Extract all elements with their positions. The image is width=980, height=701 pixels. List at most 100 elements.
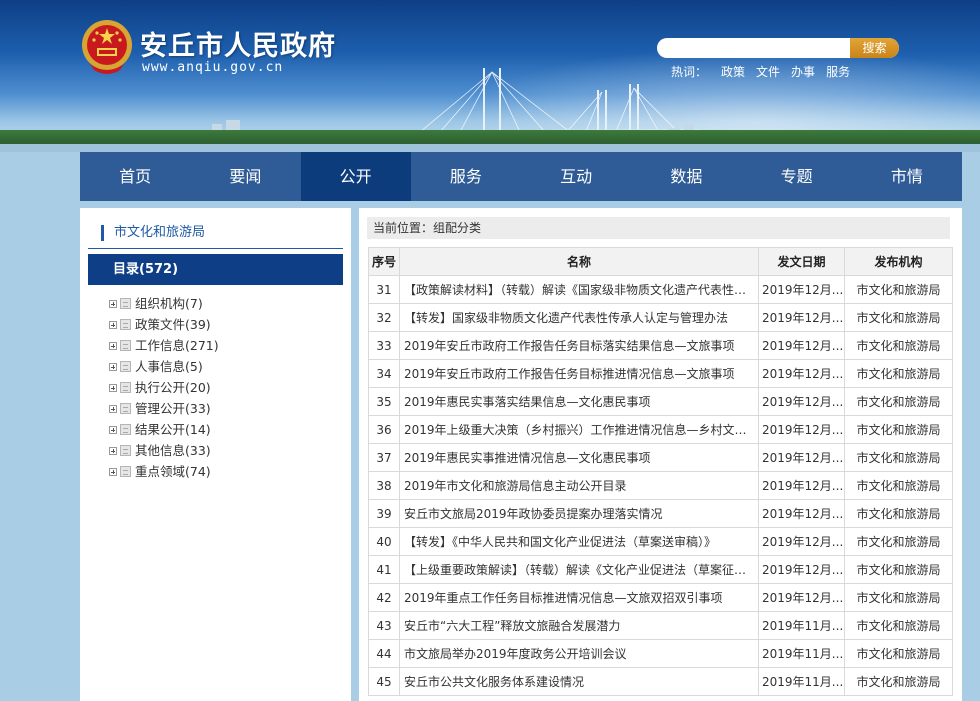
row-title-link[interactable]: 2019年惠民实事落实结果信息—文化惠民事项 [399,387,759,416]
table-row[interactable]: 41【上级重要政策解读】（转载）解读《文化产业促进法（草案征求意见稿）》2019… [368,555,953,584]
row-date: 2019年12月... [758,387,845,416]
hot-word-link[interactable]: 文件 [756,63,780,80]
tree-item-label[interactable]: 执行公开(20) [135,377,211,398]
row-title-link[interactable]: 2019年重点工作任务目标推进情况信息—文旅双招双引事项 [399,583,759,612]
directory-header[interactable]: 目录(572) [88,254,343,285]
nav-item-home[interactable]: 首页 [80,152,190,201]
tree-expand-icon[interactable] [109,299,117,308]
tree-item[interactable]: 重点领域(74) [109,461,219,482]
row-title-link[interactable]: 安丘市公共文化服务体系建设情况 [399,667,759,696]
sidebar-title[interactable]: 市文化和旅游局 [101,225,205,241]
row-number: 38 [368,471,400,500]
row-title-link[interactable]: 【政策解读材料】（转载）解读《国家级非物质文化遗产代表性传承人认定与管理办法》 [399,275,759,304]
tree-item[interactable]: 人事信息(5) [109,356,219,377]
row-number: 40 [368,527,400,556]
tree-expand-icon[interactable] [109,446,117,455]
table-row[interactable]: 34 2019年安丘市政府工作报告任务目标推进情况信息—文旅事项 2019年12月.… [368,359,953,388]
nav-item-interaction[interactable]: 互动 [521,152,631,201]
tree-item[interactable]: 工作信息(271) [109,335,219,356]
row-title-link[interactable]: 【上级重要政策解读】（转载）解读《文化产业促进法（草案征求意见稿）》 [399,555,759,584]
row-title-link[interactable]: 市文旅局举办2019年度政务公开培训会议 [399,639,759,668]
tree-expand-icon[interactable] [109,467,117,476]
row-date: 2019年11月... [758,639,845,668]
row-date: 2019年12月... [758,331,845,360]
hot-word-link[interactable]: 政策 [721,63,745,80]
row-org: 市文化和旅游局 [844,443,953,472]
table-row[interactable]: 33 2019年安丘市政府工作报告任务目标落实结果信息—文旅事项 2019年12月.… [368,331,953,360]
search-input[interactable] [668,40,848,56]
table-row[interactable]: 44 市文旅局举办2019年度政务公开培训会议 2019年11月... 市文化和旅游局 [368,639,953,668]
row-title-link[interactable]: 2019年惠民实事推进情况信息—文化惠民事项 [399,443,759,472]
tree-folder-icon [120,403,131,414]
nav-item-topics[interactable]: 专题 [742,152,852,201]
row-number: 35 [368,387,400,416]
tree-expand-icon[interactable] [109,320,117,329]
row-org: 市文化和旅游局 [844,499,953,528]
table-row[interactable]: 32 【转发】国家级非物质文化遗产代表性传承人认定与管理办法 2019年12月...… [368,303,953,332]
tree-item[interactable]: 其他信息(33) [109,440,219,461]
row-title-link[interactable]: 安丘市文旅局2019年政协委员提案办理落实情况 [399,499,759,528]
nav-item-services[interactable]: 服务 [411,152,521,201]
tree-expand-icon[interactable] [109,404,117,413]
tree-item-label[interactable]: 管理公开(33) [135,398,211,419]
table-row[interactable]: 40 【转发】《中华人民共和国文化产业促进法（草案送审稿）》 2019年12月...… [368,527,953,556]
table-row[interactable]: 42 2019年重点工作任务目标推进情况信息—文旅双招双引事项 2019年12月..… [368,583,953,612]
row-date: 2019年12月... [758,527,845,556]
row-title-link[interactable]: 2019年上级重大决策（乡村振兴）工作推进情况信息—乡村文化振兴事项 [399,415,759,444]
tree-expand-icon[interactable] [109,341,117,350]
row-title-link[interactable]: 2019年市文化和旅游局信息主动公开目录 [399,471,759,500]
nav-item-news[interactable]: 要闻 [190,152,300,201]
tree-item-label[interactable]: 结果公开(14) [135,419,211,440]
row-title-link[interactable]: 【转发】《中华人民共和国文化产业促进法（草案送审稿）》 [399,527,759,556]
tree-item[interactable]: 管理公开(33) [109,398,219,419]
table-row[interactable]: 36 2019年上级重大决策（乡村振兴）工作推进情况信息—乡村文化振兴事项 2019… [368,415,953,444]
tree-folder-icon [120,319,131,330]
tree-folder-icon [120,361,131,372]
tree-expand-icon[interactable] [109,362,117,371]
tree-item-label[interactable]: 组织机构(7) [135,293,203,314]
breadcrumb: 当前位置：组配分类 [367,217,950,239]
row-title-link[interactable]: 2019年安丘市政府工作报告任务目标落实结果信息—文旅事项 [399,331,759,360]
column-header-date: 发文日期 [758,247,845,276]
table-row[interactable]: 37 2019年惠民实事推进情况信息—文化惠民事项 2019年12月... 市文化和旅… [368,443,953,472]
row-org: 市文化和旅游局 [844,471,953,500]
nav-item-data[interactable]: 数据 [631,152,741,201]
tree-item[interactable]: 政策文件(39) [109,314,219,335]
table-row[interactable]: 39 安丘市文旅局2019年政协委员提案办理落实情况 2019年12月... 市文化和… [368,499,953,528]
row-date: 2019年12月... [758,443,845,472]
row-number: 43 [368,611,400,640]
table-row[interactable]: 31【政策解读材料】（转载）解读《国家级非物质文化遗产代表性传承人认定与管理办法… [368,275,953,304]
tree-item-label[interactable]: 工作信息(271) [135,335,219,356]
row-org: 市文化和旅游局 [844,611,953,640]
tree-expand-icon[interactable] [109,383,117,392]
row-org: 市文化和旅游局 [844,331,953,360]
table-row[interactable]: 35 2019年惠民实事落实结果信息—文化惠民事项 2019年12月... 市文化和旅… [368,387,953,416]
row-date: 2019年11月... [758,667,845,696]
tree-item-label[interactable]: 人事信息(5) [135,356,203,377]
hot-word-link[interactable]: 办事 [791,63,815,80]
nav-item-public[interactable]: 公开 [300,152,411,201]
row-number: 41 [368,555,400,584]
tree-item-label[interactable]: 其他信息(33) [135,440,211,461]
tree-item-label[interactable]: 政策文件(39) [135,314,211,335]
search-button[interactable]: 搜索 [850,38,899,58]
table-row[interactable]: 45 安丘市公共文化服务体系建设情况 2019年11月... 市文化和旅游局 [368,667,953,696]
tree-item[interactable]: 结果公开(14) [109,419,219,440]
row-number: 32 [368,303,400,332]
hot-word-link[interactable]: 服务 [826,63,850,80]
tree-folder-icon [120,445,131,456]
row-title-link[interactable]: 安丘市“六大工程”释放文旅融合发展潜力 [399,611,759,640]
table-row[interactable]: 43 安丘市“六大工程”释放文旅融合发展潜力 2019年11月... 市文化和旅游局 [368,611,953,640]
tree-item[interactable]: 执行公开(20) [109,377,219,398]
row-org: 市文化和旅游局 [844,667,953,696]
tree-item-label[interactable]: 重点领域(74) [135,461,211,482]
nav-item-city-info[interactable]: 市情 [852,152,962,201]
row-date: 2019年12月... [758,555,845,584]
table-row[interactable]: 38 2019年市文化和旅游局信息主动公开目录 2019年12月... 市文化和旅游局 [368,471,953,500]
tree-item[interactable]: 组织机构(7) [109,293,219,314]
row-date: 2019年12月... [758,275,845,304]
tree-expand-icon[interactable] [109,425,117,434]
site-title[interactable]: 安丘市人民政府 [140,24,336,63]
row-title-link[interactable]: 2019年安丘市政府工作报告任务目标推进情况信息—文旅事项 [399,359,759,388]
row-title-link[interactable]: 【转发】国家级非物质文化遗产代表性传承人认定与管理办法 [399,303,759,332]
